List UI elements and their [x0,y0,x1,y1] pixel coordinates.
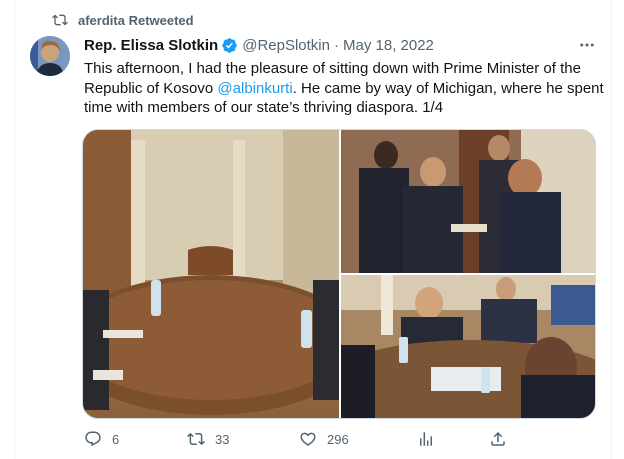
author-handle[interactable]: @RepSlotkin [242,37,330,54]
more-icon [580,43,594,47]
separator-dot: · [334,37,339,54]
verified-badge-icon [222,38,237,53]
meeting-table-illustration [83,130,339,415]
share-button[interactable] [489,430,507,448]
tweet-date[interactable]: May 18, 2022 [343,37,434,54]
photo-meeting-table[interactable] [83,130,339,418]
action-bar: 6 33 296 [0,430,624,454]
share-icon [491,431,505,446]
heart-icon [300,432,316,446]
analytics-icon [420,432,432,446]
tweet-header: Rep. Elissa Slotkin @RepSlotkin · May 18… [84,37,434,54]
mention-link[interactable]: @albinkurti [217,80,292,97]
like-count: 296 [327,431,349,447]
map-discussion-illustration [341,275,595,418]
retweet-icon [52,14,68,26]
social-context[interactable]: aferdita Retweeted [52,12,194,28]
like-button[interactable]: 296 [299,430,349,448]
handshake-illustration [341,130,595,273]
media-grid [82,129,596,419]
photo-map-discussion[interactable] [341,275,595,418]
avatar-portrait [30,36,70,76]
reply-count: 6 [112,431,120,447]
retweet-button[interactable]: 33 [187,430,229,448]
retweet-count: 33 [215,431,230,447]
social-context-label: aferdita Retweeted [78,12,194,28]
retweet-action-icon [187,432,205,446]
more-options-button[interactable] [574,34,600,56]
reply-icon [85,431,101,447]
author-name[interactable]: Rep. Elissa Slotkin [84,37,218,54]
photo-handshake[interactable] [341,130,595,273]
analytics-button[interactable] [417,430,435,448]
reply-button[interactable]: 6 [84,430,119,448]
tweet-text: This afternoon, I had the pleasure of si… [84,59,604,118]
avatar[interactable] [30,36,70,76]
